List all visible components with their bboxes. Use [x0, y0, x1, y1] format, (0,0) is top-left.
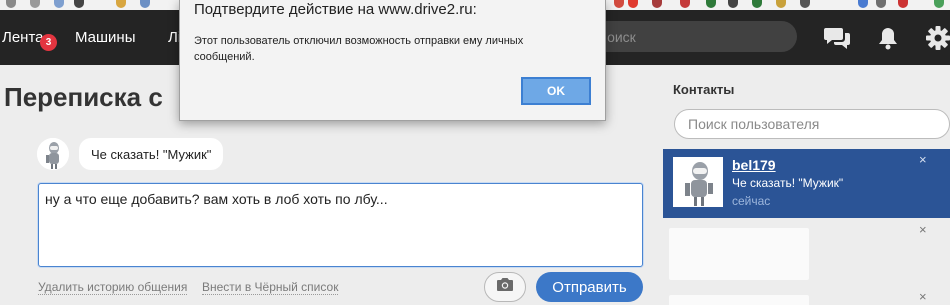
- bookmark-icon[interactable]: [30, 0, 40, 8]
- bookmark-icon[interactable]: [54, 0, 64, 8]
- confirm-dialog: Подтвердите действие на www.drive2.ru: Э…: [179, 0, 606, 121]
- contact-item-hidden[interactable]: ×: [663, 222, 950, 286]
- contact-item-hidden[interactable]: ×: [663, 289, 950, 305]
- attach-photo-button[interactable]: [484, 272, 526, 302]
- contact-search-input[interactable]: [675, 110, 949, 138]
- nav-feed[interactable]: Лента 3: [2, 29, 57, 51]
- bookmark-icon[interactable]: [628, 0, 638, 8]
- bookmark-icon[interactable]: [776, 0, 786, 8]
- bookmark-icon[interactable]: [728, 0, 738, 8]
- bookmark-icon[interactable]: [752, 0, 762, 8]
- bell-icon[interactable]: [874, 25, 902, 51]
- bookmark-icon[interactable]: [652, 0, 662, 8]
- message-bubble: Че сказать! "Мужик": [79, 138, 224, 170]
- dialog-title: Подтвердите действие на www.drive2.ru:: [194, 1, 477, 18]
- dialog-message: Этот пользователь отключил возможность о…: [194, 35, 524, 63]
- contact-avatar: [673, 157, 723, 207]
- close-icon[interactable]: ×: [919, 289, 927, 304]
- notification-badge: 3: [40, 34, 57, 51]
- redacted-contact: [669, 228, 809, 280]
- camera-icon: [496, 277, 514, 297]
- bookmark-icon[interactable]: [800, 0, 810, 8]
- bookmark-icon[interactable]: [876, 0, 886, 8]
- close-icon[interactable]: ×: [919, 152, 927, 167]
- nav-cars[interactable]: Машины: [75, 29, 135, 46]
- header-search-input[interactable]: [585, 21, 797, 52]
- message-compose[interactable]: [38, 183, 643, 267]
- bookmark-icon[interactable]: [934, 0, 944, 8]
- contact-time: сейчас: [732, 194, 771, 208]
- contact-search[interactable]: [674, 109, 950, 139]
- bookmark-icon[interactable]: [898, 0, 908, 8]
- ok-button[interactable]: OK: [521, 77, 591, 105]
- header-search[interactable]: [585, 21, 797, 52]
- nav-feed-label: Лента: [2, 29, 44, 46]
- close-icon[interactable]: ×: [919, 222, 927, 237]
- bookmark-icon[interactable]: [74, 0, 84, 8]
- contacts-title: Контакты: [673, 82, 735, 97]
- bookmark-icon[interactable]: [6, 0, 16, 8]
- clear-history-link[interactable]: Удалить историю общения: [38, 280, 188, 295]
- messages-icon[interactable]: [823, 25, 851, 51]
- message-text: Че сказать! "Мужик": [91, 146, 212, 162]
- redacted-contact: [669, 295, 809, 305]
- contact-name[interactable]: bel179: [732, 157, 776, 173]
- bookmark-icon[interactable]: [680, 0, 690, 8]
- bookmark-icon[interactable]: [614, 0, 624, 8]
- message-input[interactable]: [39, 184, 642, 266]
- gear-icon[interactable]: [924, 25, 950, 51]
- contact-item-bel179[interactable]: bel179 Че сказать! "Мужик" сейчас ×: [663, 149, 950, 218]
- page-title: Переписка с: [4, 82, 163, 112]
- blacklist-link[interactable]: Внести в Чёрный список: [202, 280, 339, 295]
- avatar[interactable]: [37, 138, 69, 170]
- contact-last-message: Че сказать! "Мужик": [732, 176, 844, 190]
- bookmark-icon[interactable]: [116, 0, 126, 8]
- bookmark-icon[interactable]: [140, 0, 150, 8]
- send-button[interactable]: Отправить: [536, 272, 643, 302]
- bookmark-icon[interactable]: [706, 0, 716, 8]
- bookmark-icon[interactable]: [858, 0, 868, 8]
